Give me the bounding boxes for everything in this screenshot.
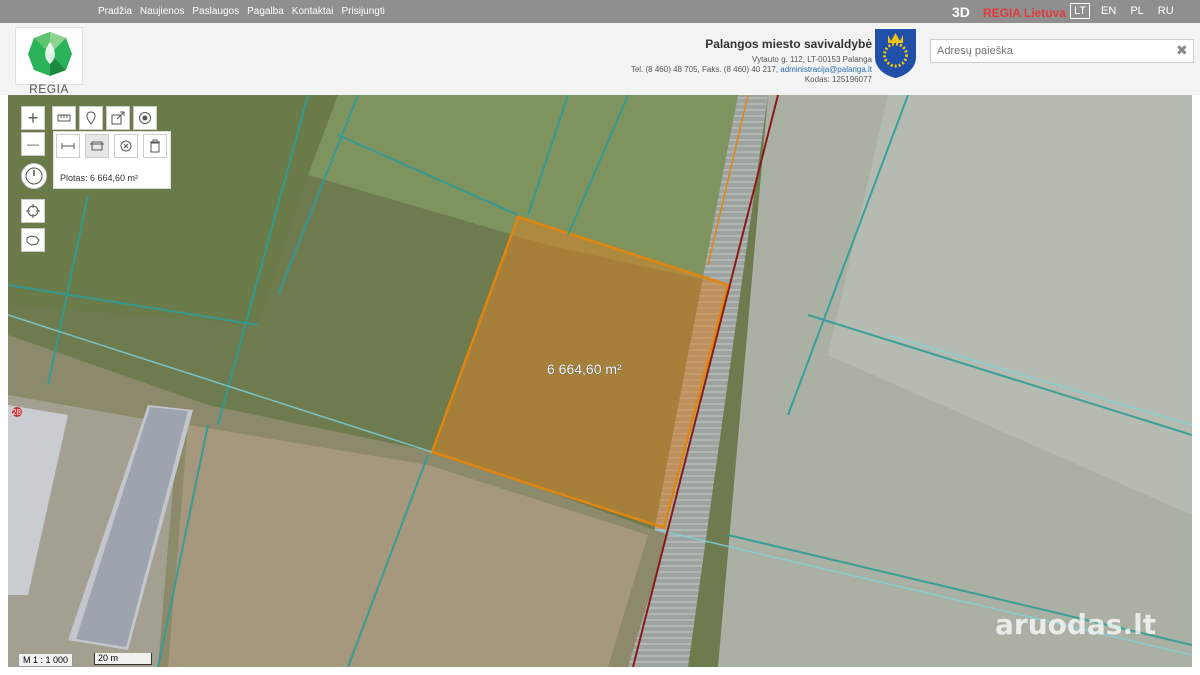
3d-button[interactable]: 3D xyxy=(952,4,970,20)
municipality-info: Palangos miesto savivaldybė Vytauto g. 1… xyxy=(631,37,872,85)
zoom-out-button[interactable]: — xyxy=(21,132,45,156)
regia-logo[interactable] xyxy=(15,27,83,85)
main-nav: Pradžia Naujienos Paslaugos Pagalba Kont… xyxy=(98,0,385,23)
compass-icon[interactable] xyxy=(21,163,47,189)
export-icon[interactable] xyxy=(106,106,130,130)
measure-panel: Plotas: 6 664,60 m² xyxy=(53,131,171,189)
zoom-in-button[interactable]: + xyxy=(21,106,45,130)
lang-ru[interactable]: RU xyxy=(1155,4,1177,18)
area-label-on-map: 6 664,60 m² xyxy=(547,361,622,377)
municipality-email[interactable]: administracija@palanga.lt xyxy=(780,65,872,74)
aerial-map[interactable]: 28 6 664,60 m² xyxy=(8,95,1192,667)
lang-en[interactable]: EN xyxy=(1098,4,1119,18)
top-navigation-bar: Pradžia Naujienos Paslaugos Pagalba Kont… xyxy=(0,0,1200,23)
scale-bar: 20 m xyxy=(94,653,152,665)
regia-logo-icon xyxy=(28,32,72,76)
logo-text: REGIA xyxy=(29,82,69,96)
distance-icon[interactable] xyxy=(56,134,80,158)
municipality-code: Kodas: 125196077 xyxy=(804,75,872,84)
regia-lietuva-link[interactable]: REGIA Lietuva xyxy=(983,6,1066,20)
municipality-address: Vytauto g. 112, LT-00153 Palanga xyxy=(752,55,872,64)
nav-pagalba[interactable]: Pagalba xyxy=(247,6,284,17)
pin-icon[interactable] xyxy=(79,106,103,130)
nav-paslaugos[interactable]: Paslaugos xyxy=(192,6,239,17)
municipality-phone-line: Tel. (8 460) 48 705, Faks. (8 460) 40 21… xyxy=(631,65,872,75)
area-measure-label: Plotas: 6 664,60 m² xyxy=(60,173,139,183)
locate-icon[interactable] xyxy=(21,199,45,223)
nav-naujienos[interactable]: Naujienos xyxy=(140,6,184,17)
map-view[interactable]: 28 6 664,60 m² + — Plotas: 6 664,60 m² M… xyxy=(8,95,1192,667)
coat-of-arms-icon xyxy=(873,27,918,79)
clear-icon[interactable] xyxy=(114,134,138,158)
lithuania-icon[interactable] xyxy=(21,228,45,252)
lang-pl[interactable]: PL xyxy=(1127,4,1146,18)
nav-pradzia[interactable]: Pradžia xyxy=(98,6,132,17)
aruodas-watermark: aruodas.lt xyxy=(995,608,1157,641)
address-search-input[interactable] xyxy=(930,39,1194,63)
municipality-name: Palangos miesto savivaldybė xyxy=(705,37,872,51)
nav-kontaktai[interactable]: Kontaktai xyxy=(292,6,334,17)
map-marker-label: 28 xyxy=(12,408,21,417)
search-clear-icon[interactable]: ✖ xyxy=(1176,42,1188,59)
scale-ratio: M 1 : 1 000 xyxy=(18,653,74,667)
language-switcher: LT EN PL RU xyxy=(1070,3,1177,19)
ruler-icon[interactable] xyxy=(52,106,76,130)
area-icon[interactable] xyxy=(85,134,109,158)
header: REGIA Palangos miesto savivaldybė Vytaut… xyxy=(0,23,1200,96)
trash-icon[interactable] xyxy=(143,134,167,158)
target-icon[interactable] xyxy=(133,106,157,130)
nav-prisijungti[interactable]: Prisijungti xyxy=(342,6,385,17)
lang-lt[interactable]: LT xyxy=(1070,3,1091,19)
municipality-phone: Tel. (8 460) 48 705, Faks. (8 460) 40 21… xyxy=(630,65,781,74)
